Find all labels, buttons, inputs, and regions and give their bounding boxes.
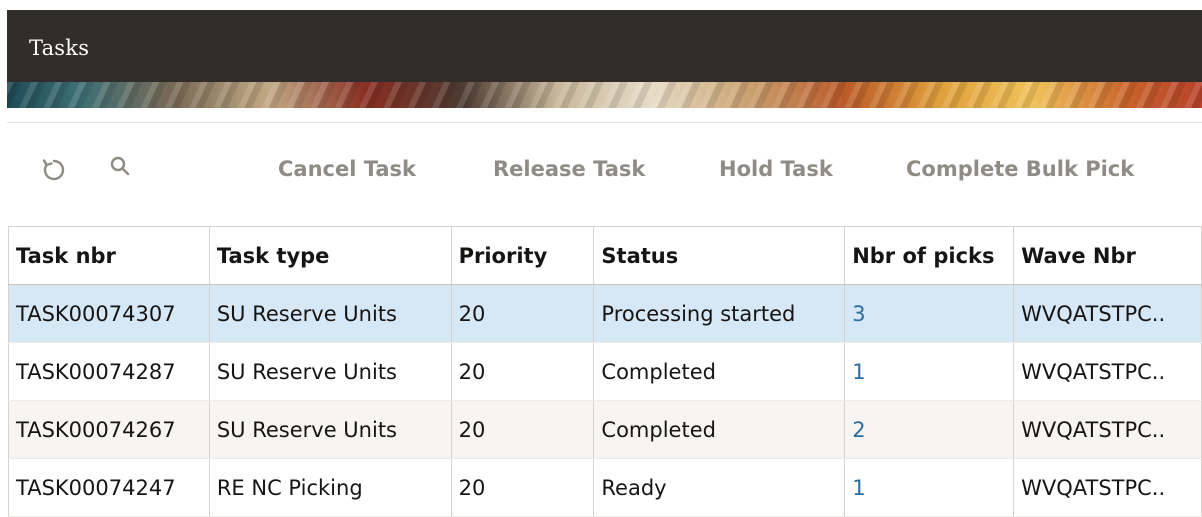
priority-cell: 20 <box>450 400 595 459</box>
column-header-task-nbr[interactable]: Task nbr <box>8 226 210 285</box>
table-row[interactable]: TASK00074287 SU Reserve Units 20 Complet… <box>8 342 1202 401</box>
column-header-nbr-of-picks[interactable]: Nbr of picks <box>844 226 1015 285</box>
release-task-button[interactable]: Release Task <box>493 157 645 181</box>
status-cell: Completed <box>593 400 846 459</box>
table-header-row: Task nbr Task type Priority Status Nbr o… <box>8 226 1202 285</box>
page-title: Tasks <box>29 36 90 60</box>
wave-nbr-cell: WVQATSTPC.. <box>1013 400 1202 459</box>
toolbar: Cancel Task Release Task Hold Task Compl… <box>0 140 1202 200</box>
table-row[interactable]: TASK00074307 SU Reserve Units 20 Process… <box>8 284 1202 343</box>
table-row[interactable]: TASK00074267 SU Reserve Units 20 Complet… <box>8 400 1202 459</box>
nbr-of-picks-link[interactable]: 3 <box>844 284 1015 343</box>
task-type-cell: SU Reserve Units <box>208 342 452 401</box>
page-header: Tasks <box>7 10 1202 82</box>
task-nbr-cell: TASK00074307 <box>8 284 210 343</box>
nbr-of-picks-link[interactable]: 1 <box>844 458 1015 517</box>
search-icon[interactable] <box>104 152 138 186</box>
task-nbr-cell: TASK00074247 <box>8 458 210 517</box>
complete-bulk-pick-button[interactable]: Complete Bulk Pick <box>906 157 1134 181</box>
priority-cell: 20 <box>450 458 595 517</box>
cancel-task-button[interactable]: Cancel Task <box>278 157 416 181</box>
header-banner-image <box>7 82 1202 108</box>
wave-nbr-cell: WVQATSTPC.. <box>1013 342 1202 401</box>
nbr-of-picks-link[interactable]: 2 <box>844 400 1015 459</box>
banner-pattern <box>7 82 1202 108</box>
wave-nbr-cell: WVQATSTPC.. <box>1013 458 1202 517</box>
task-nbr-cell: TASK00074267 <box>8 400 210 459</box>
hold-task-button[interactable]: Hold Task <box>719 157 833 181</box>
task-type-cell: SU Reserve Units <box>208 400 452 459</box>
task-nbr-cell: TASK00074287 <box>8 342 210 401</box>
refresh-icon[interactable] <box>38 152 72 186</box>
column-header-status[interactable]: Status <box>593 226 846 285</box>
column-header-wave-nbr[interactable]: Wave Nbr <box>1013 226 1202 285</box>
status-cell: Completed <box>593 342 846 401</box>
nbr-of-picks-link[interactable]: 1 <box>844 342 1015 401</box>
header-divider <box>7 122 1202 123</box>
priority-cell: 20 <box>450 284 595 343</box>
task-type-cell: SU Reserve Units <box>208 284 452 343</box>
status-cell: Processing started <box>593 284 846 343</box>
status-cell: Ready <box>593 458 846 517</box>
column-header-priority[interactable]: Priority <box>450 226 595 285</box>
column-header-task-type[interactable]: Task type <box>208 226 452 285</box>
tasks-table: Task nbr Task type Priority Status Nbr o… <box>8 226 1202 517</box>
priority-cell: 20 <box>450 342 595 401</box>
wave-nbr-cell: WVQATSTPC.. <box>1013 284 1202 343</box>
task-type-cell: RE NC Picking <box>208 458 452 517</box>
table-row[interactable]: TASK00074247 RE NC Picking 20 Ready 1 WV… <box>8 458 1202 517</box>
